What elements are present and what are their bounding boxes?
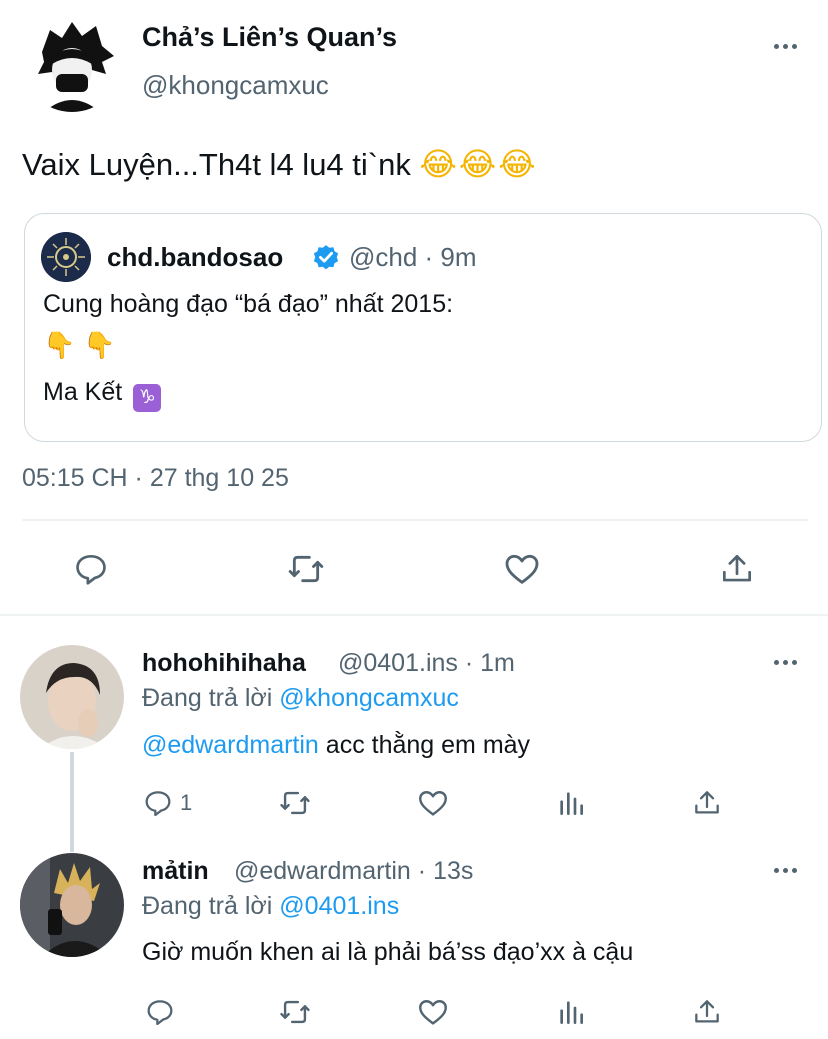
reply-1-avatar[interactable] bbox=[20, 645, 124, 749]
retweet-icon[interactable] bbox=[277, 786, 313, 820]
analytics-icon[interactable] bbox=[553, 786, 589, 820]
reply-1-replying-to: Đang trả lời @khongcamxuc bbox=[142, 684, 459, 713]
replying-to-link[interactable]: @khongcamxuc bbox=[279, 684, 459, 712]
like-icon[interactable] bbox=[415, 995, 451, 1029]
verified-badge-icon bbox=[311, 242, 341, 272]
replying-prefix: Đang trả lời bbox=[142, 684, 273, 712]
reply-1-meta: @0401.ins · 1m bbox=[338, 649, 515, 677]
share-icon[interactable] bbox=[689, 786, 725, 820]
like-icon[interactable] bbox=[415, 786, 451, 820]
main-author-name[interactable]: Chả’s Liên’s Quan’s bbox=[142, 22, 397, 53]
main-author-handle[interactable]: @khongcamxuc bbox=[142, 70, 329, 101]
main-author-avatar[interactable] bbox=[22, 12, 122, 112]
divider bbox=[22, 519, 808, 521]
reply-1-text: @edwardmartin acc thằng em mày bbox=[142, 731, 530, 760]
like-icon[interactable] bbox=[500, 548, 544, 590]
reply-2-author-name[interactable]: mảtin bbox=[142, 857, 209, 886]
reply-icon bbox=[142, 787, 174, 819]
section-divider bbox=[0, 614, 828, 616]
reply-2-replying-to: Đang trả lời @0401.ins bbox=[142, 892, 399, 921]
thread-connector bbox=[70, 752, 74, 852]
reply-1-more-icon[interactable] bbox=[770, 652, 800, 672]
retweet-icon[interactable] bbox=[284, 548, 328, 590]
laughing-emoji-icon: 😂😂😂 bbox=[419, 145, 538, 183]
retweet-icon[interactable] bbox=[277, 995, 313, 1029]
mention-link[interactable]: @edwardmartin bbox=[142, 731, 319, 759]
reply-count: 1 bbox=[180, 790, 193, 815]
main-more-icon[interactable] bbox=[770, 36, 800, 56]
analytics-icon[interactable] bbox=[553, 995, 589, 1029]
reply-2-text: Giờ muốn khen ai là phải bá’ss đạo’xx à … bbox=[142, 938, 634, 966]
reply-1-body: acc thằng em mày bbox=[318, 731, 531, 759]
share-icon[interactable] bbox=[689, 995, 725, 1029]
quote-author-meta: @chd · 9m bbox=[349, 242, 477, 272]
quoted-tweet-card[interactable]: chd.bandosao @chd · 9m Cung hoàng đạo “b… bbox=[24, 213, 822, 442]
quote-text-ma-ket: Ma Kết bbox=[43, 378, 123, 406]
quote-author-avatar[interactable] bbox=[41, 232, 91, 282]
main-tweet-text: Vaix Luyện...Th4t l4 lu4 ti`nk 😂😂😂 bbox=[22, 145, 538, 183]
reply-icon[interactable] bbox=[70, 548, 112, 590]
share-icon[interactable] bbox=[716, 548, 758, 590]
reply-icon[interactable] bbox=[142, 995, 178, 1029]
reply-1-reply-button[interactable]: 1 bbox=[142, 786, 192, 820]
quote-text-line-3: Ma Kết ♑ bbox=[43, 378, 162, 412]
reply-1-author-name[interactable]: hohohihihaha bbox=[142, 649, 306, 678]
quote-author-name[interactable]: chd.bandosao bbox=[107, 242, 283, 273]
replying-to-link[interactable]: @0401.ins bbox=[279, 892, 399, 920]
pointing-down-emoji-icon: 👇👇 bbox=[43, 330, 124, 360]
replying-prefix: Đang trả lời bbox=[142, 892, 273, 920]
reply-2-avatar[interactable] bbox=[20, 853, 124, 957]
quote-text-line-1: Cung hoàng đạo “bá đạo” nhất 2015: bbox=[43, 290, 454, 318]
capricorn-icon: ♑ bbox=[133, 384, 162, 412]
reply-2-more-icon[interactable] bbox=[770, 860, 800, 880]
main-tweet-body: Vaix Luyện...Th4t l4 lu4 ti`nk bbox=[22, 147, 411, 182]
tweet-timestamp[interactable]: 05:15 CH · 27 thg 10 25 bbox=[22, 464, 289, 493]
reply-2-meta: @edwardmartin · 13s bbox=[234, 857, 474, 885]
